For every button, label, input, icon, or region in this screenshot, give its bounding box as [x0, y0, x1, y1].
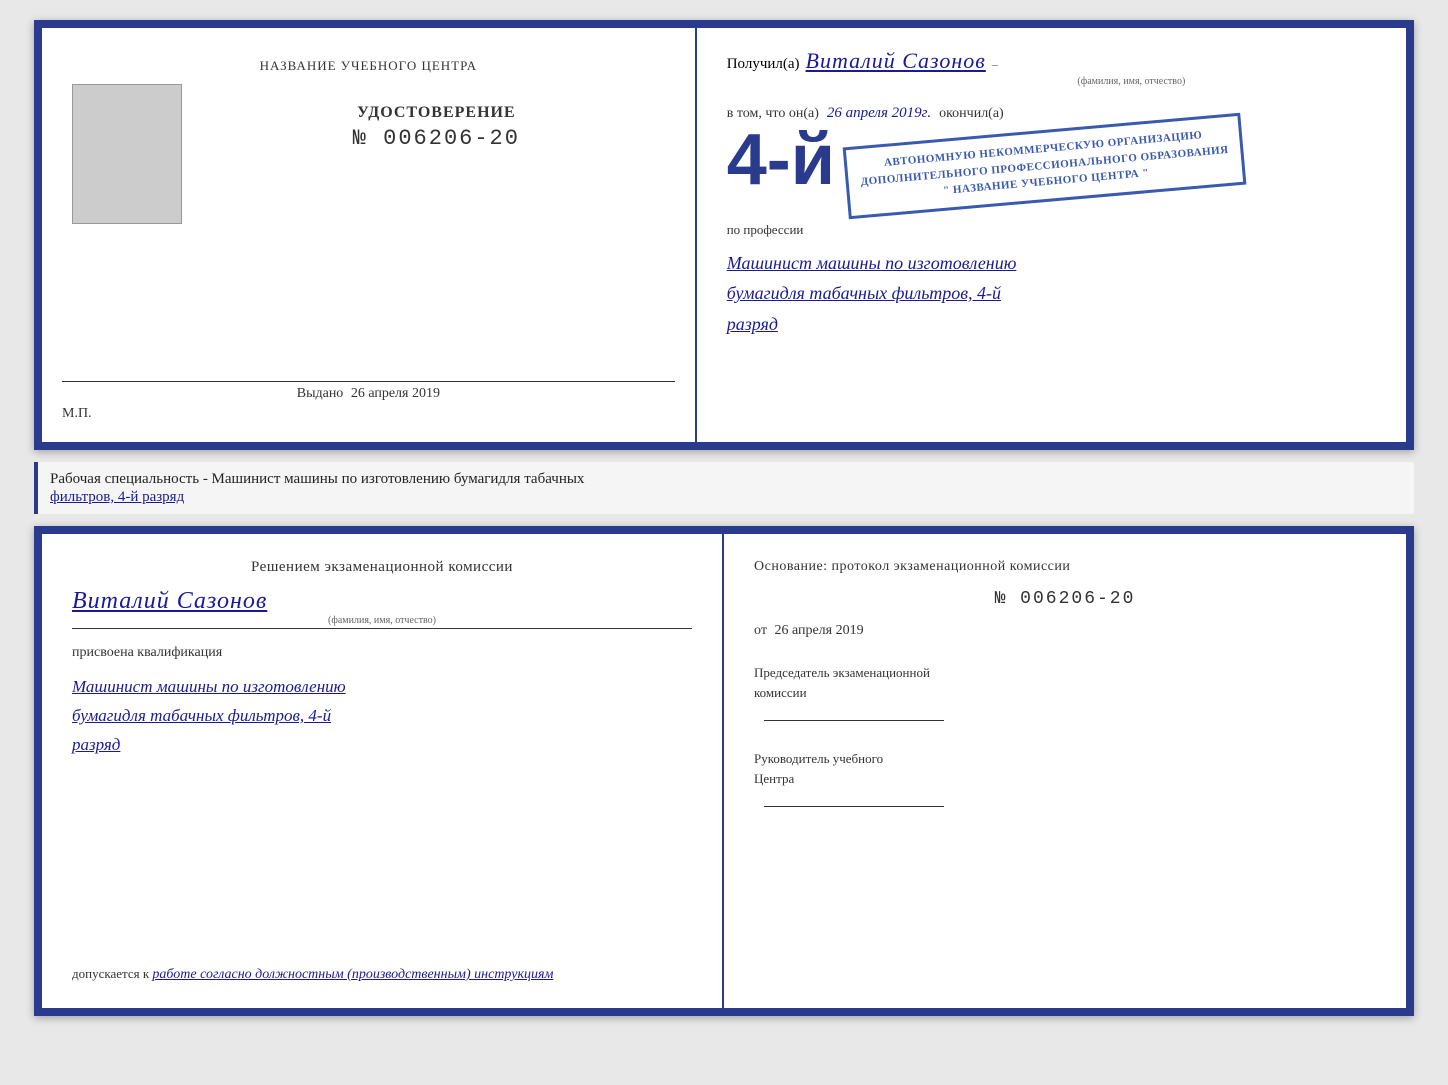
- info-text-underline: фильтров, 4-й разряд: [50, 489, 184, 505]
- chairman-line2: комиссии: [754, 685, 807, 700]
- basis-text: Основание: протокол экзаменационной коми…: [754, 559, 1376, 575]
- cert-left-panel: НАЗВАНИЕ УЧЕБНОГО ЦЕНТРА УДОСТОВЕРЕНИЕ №…: [42, 28, 697, 442]
- info-bar: Рабочая специальность - Машинист машины …: [34, 462, 1414, 514]
- profession-line1: Машинист машины по изготовлению: [727, 248, 1376, 279]
- qualification-assigned: присвоена квалификация: [72, 645, 692, 661]
- issued-label: Выдано: [297, 386, 344, 401]
- allowed-prefix: допускается к: [72, 966, 149, 981]
- certificate-top: НАЗВАНИЕ УЧЕБНОГО ЦЕНТРА УДОСТОВЕРЕНИЕ №…: [34, 20, 1414, 450]
- person-name-block: Виталий Сазонов (фамилия, имя, отчество): [72, 588, 692, 629]
- issued-date: 26 апреля 2019: [351, 386, 440, 401]
- certificate-bottom: Решением экзаменационной комиссии Витали…: [34, 526, 1414, 1016]
- number-and-stamp-row: 4-й АВТОНОМНУЮ НЕКОММЕРЧЕСКУЮ ОРГАНИЗАЦИ…: [727, 128, 1376, 202]
- chairman-label: Председатель экзаменационной комиссии: [754, 663, 1376, 702]
- director-label: Руководитель учебного Центра: [754, 749, 1376, 788]
- allowed-text: допускается к работе согласно должностны…: [72, 966, 692, 983]
- person-name: Виталий Сазонов: [72, 588, 267, 615]
- cert-right-panel: Получил(а) Виталий Сазонов – (фамилия, и…: [697, 28, 1406, 442]
- from-date-value: 26 апреля 2019: [774, 623, 863, 638]
- info-text-prefix: Рабочая специальность - Машинист машины …: [50, 471, 584, 487]
- name-sublabel-bottom: (фамилия, имя, отчество): [328, 615, 436, 626]
- qual-line2: бумагидля табачных фильтров, 4-й: [72, 702, 692, 731]
- stamp-box: АВТОНОМНУЮ НЕКОММЕРЧЕСКУЮ ОРГАНИЗАЦИЮ ДО…: [843, 113, 1247, 219]
- qualification-block: Машинист машины по изготовлению бумагидл…: [72, 673, 692, 760]
- cert-number: № 006206-20: [198, 126, 675, 151]
- photo-placeholder: [72, 84, 182, 224]
- director-line1: Руководитель учебного: [754, 751, 883, 766]
- director-line2: Центра: [754, 771, 794, 786]
- cert-bottom-left: Решением экзаменационной комиссии Витали…: [42, 534, 724, 1008]
- finished-label: окончил(а): [939, 106, 1004, 122]
- received-row: Получил(а) Виталий Сазонов –: [727, 48, 1376, 74]
- cert-title: УДОСТОВЕРЕНИЕ: [198, 104, 675, 122]
- director-signature-line: [764, 806, 944, 807]
- allowed-main: работе согласно должностным (производств…: [152, 967, 553, 982]
- recipient-name: Виталий Сазонов: [806, 48, 986, 74]
- profession-line3: разряд: [727, 309, 1376, 340]
- from-date-line: от 26 апреля 2019: [754, 623, 1376, 639]
- qual-line1: Машинист машины по изготовлению: [72, 673, 692, 702]
- director-section: Руководитель учебного Центра: [754, 749, 1376, 807]
- mp-label: М.П.: [62, 406, 92, 422]
- received-prefix: Получил(а): [727, 56, 800, 73]
- chairman-signature-line: [764, 720, 944, 721]
- chairman-section: Председатель экзаменационной комиссии: [754, 663, 1376, 721]
- large-number: 4-й: [727, 124, 835, 196]
- protocol-number: № 006206-20: [754, 589, 1376, 609]
- from-label: от: [754, 623, 767, 638]
- issued-line: Выдано 26 апреля 2019: [62, 381, 675, 402]
- cert-bottom-right: Основание: протокол экзаменационной коми…: [724, 534, 1406, 1008]
- date-handwritten: 26 апреля 2019г.: [827, 105, 931, 122]
- profession-line2: бумагидля табачных фильтров, 4-й: [727, 278, 1376, 309]
- chairman-line1: Председатель экзаменационной: [754, 665, 930, 680]
- qual-line3: разряд: [72, 731, 692, 760]
- profession-label: по профессии: [727, 222, 1376, 238]
- name-sublabel-top: (фамилия, имя, отчество): [887, 76, 1376, 87]
- training-center-label: НАЗВАНИЕ УЧЕБНОГО ЦЕНТРА: [260, 58, 477, 74]
- cert-title-block: УДОСТОВЕРЕНИЕ № 006206-20: [198, 84, 675, 151]
- decision-text: Решением экзаменационной комиссии: [72, 559, 692, 576]
- profession-block: Машинист машины по изготовлению бумагидл…: [727, 248, 1376, 340]
